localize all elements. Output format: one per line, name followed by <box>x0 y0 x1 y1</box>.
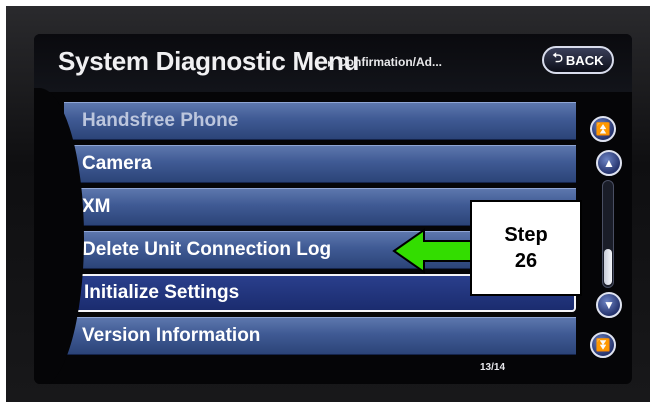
back-button[interactable]: ⮌ BACK <box>542 46 614 74</box>
list-item-camera[interactable]: Camera <box>64 145 576 183</box>
list-item-label: Version Information <box>82 325 261 346</box>
back-button-label: BACK <box>565 52 604 68</box>
step-callout: Step 26 <box>470 200 582 296</box>
scroll-up-icon[interactable]: ▲ <box>596 150 622 176</box>
scroll-down-icon[interactable]: ▼ <box>596 292 622 318</box>
list-item-handsfree-phone[interactable]: Handsfree Phone <box>64 102 576 140</box>
page-bottom-icon[interactable]: ⏬ <box>590 332 616 358</box>
list-item-label: Initialize Settings <box>84 282 240 303</box>
page-top-icon[interactable]: ⏫ <box>590 116 616 142</box>
list-item-label: XM <box>82 196 111 217</box>
breadcrumb-arrow-icon: ▸ <box>328 56 335 70</box>
callout-step-number: 26 <box>514 250 538 272</box>
screen-header: System Diagnostic Menu ▸ Confirmation/Ad… <box>34 34 632 92</box>
list-item-label: Delete Unit Connection Log <box>82 239 332 260</box>
green-arrow-icon <box>392 228 475 274</box>
list-item-version-information[interactable]: Version Information <box>64 317 576 355</box>
back-arrow-icon: ⮌ <box>552 50 563 65</box>
scrollbar-thumb[interactable] <box>604 249 612 285</box>
page-title: System Diagnostic Menu <box>58 46 360 76</box>
list-item-label: Camera <box>82 153 152 174</box>
callout-step-label: Step <box>504 224 548 246</box>
list-item-label: Handsfree Phone <box>82 110 239 131</box>
scrollbar[interactable] <box>602 180 614 288</box>
breadcrumb: Confirmation/Ad... <box>338 55 442 69</box>
page-indicator: 13/14 <box>480 362 506 373</box>
